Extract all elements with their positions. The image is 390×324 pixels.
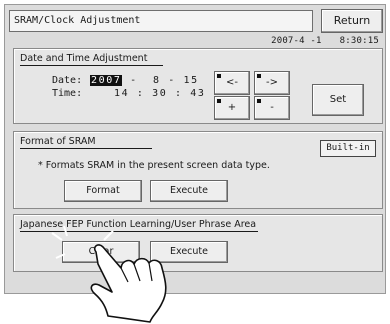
sram-format-note: * Formats SRAM in the present screen dat… (38, 160, 270, 171)
decrement-button[interactable]: - (254, 96, 290, 120)
cursor-left-button[interactable]: <- (214, 71, 250, 95)
builtin-storage-button[interactable]: Built-in (320, 140, 376, 157)
return-button[interactable]: Return (321, 9, 383, 33)
increment-button[interactable]: + (214, 96, 250, 120)
date-month-day: - 8 - 15 (122, 75, 199, 86)
date-label: Date: (52, 75, 83, 86)
sram-format-panel: Format of SRAM Built-in * Formats SRAM i… (13, 131, 383, 209)
time-label: Time: (52, 88, 83, 99)
sram-panel-title: Format of SRAM (20, 136, 152, 149)
time-value: 14 : 30 : 43 (114, 88, 206, 99)
set-button[interactable]: Set (312, 84, 364, 116)
fep-execute-button[interactable]: Execute (150, 241, 228, 263)
touch-screen: SRAM/Clock Adjustment Return 2007-4 -1 8:… (4, 4, 386, 294)
current-date: 2007-4 -1 (271, 36, 322, 46)
format-execute-button[interactable]: Execute (150, 180, 228, 202)
date-time-panel: Date and Time Adjustment Date: 2007 - 8 … (13, 48, 383, 124)
current-time: 8:30:15 (339, 36, 379, 46)
clear-button[interactable]: Clear (62, 241, 140, 263)
cursor-right-button[interactable]: -> (254, 71, 290, 95)
clock-readout: 2007-4 -1 8:30:15 (271, 36, 379, 46)
format-button[interactable]: Format (64, 180, 142, 202)
date-time-panel-title: Date and Time Adjustment (20, 53, 164, 66)
date-year-field[interactable]: 2007 (90, 75, 123, 86)
fep-panel: Japanese FEP Function Learning/User Phra… (13, 214, 383, 272)
date-value[interactable]: 2007 - 8 - 15 (90, 75, 199, 86)
fep-panel-title: Japanese FEP Function Learning/User Phra… (20, 219, 259, 232)
page-title: SRAM/Clock Adjustment (9, 10, 313, 32)
